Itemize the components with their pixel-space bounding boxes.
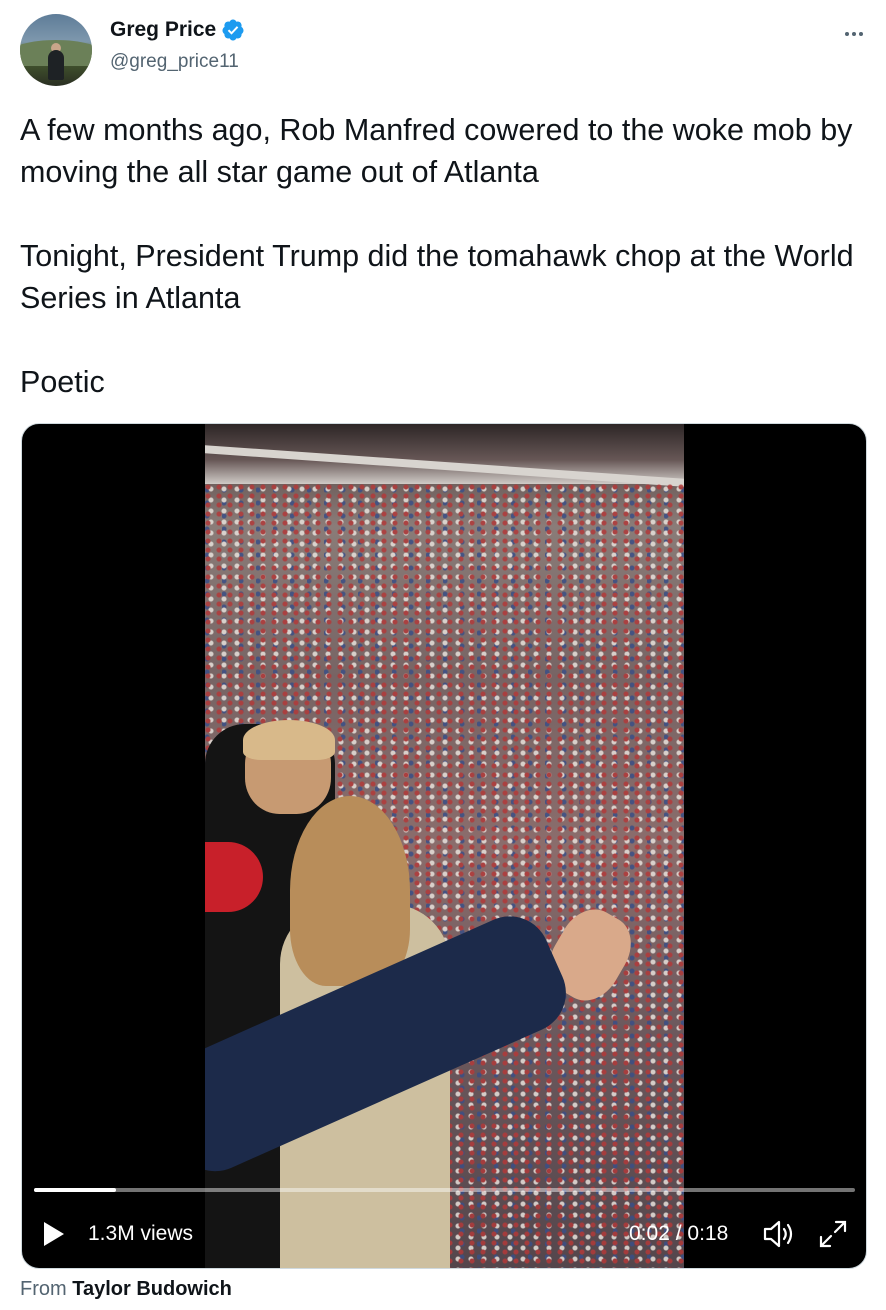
fullscreen-button[interactable]	[817, 1218, 849, 1250]
tweet-paragraph: Poetic	[20, 365, 105, 399]
fullscreen-icon	[819, 1220, 847, 1248]
more-horizontal-icon	[844, 32, 865, 36]
video-progress-fill	[34, 1188, 117, 1192]
tweet-text: A few months ago, Rob Manfred cowered to…	[20, 109, 866, 403]
avatar-person	[48, 50, 64, 80]
video-progress-bar[interactable]	[34, 1188, 855, 1192]
duration: 0:18	[687, 1222, 729, 1245]
tweet: Greg Price @greg_price11 A few months ag…	[0, 0, 886, 1310]
avatar[interactable]	[20, 14, 92, 86]
video-frame[interactable]	[205, 424, 684, 1268]
author-name-row[interactable]: Greg Price	[110, 18, 245, 42]
current-time: 0:02	[629, 1222, 670, 1245]
tweet-paragraph: Tonight, President Trump did the tomahaw…	[20, 239, 854, 315]
tweet-paragraph: A few months ago, Rob Manfred cowered to…	[20, 113, 853, 189]
video-time: 0:02 / 0:18	[629, 1222, 728, 1246]
video-player[interactable]: 1.3M views 0:02 / 0:18	[21, 423, 867, 1269]
author-display-name[interactable]: Greg Price	[110, 18, 216, 42]
more-options-button[interactable]	[838, 18, 870, 50]
video-figure-man-hair	[243, 720, 335, 760]
attribution-source[interactable]: Taylor Budowich	[72, 1278, 232, 1300]
view-count: 1.3M views	[88, 1222, 194, 1245]
author-handle[interactable]: @greg_price11	[110, 51, 239, 73]
time-separator: /	[675, 1222, 682, 1245]
play-button[interactable]	[40, 1220, 68, 1248]
volume-icon	[763, 1220, 793, 1248]
volume-button[interactable]	[762, 1218, 796, 1250]
attribution-prefix: From	[20, 1278, 67, 1300]
video-attribution[interactable]: From Taylor Budowich	[20, 1278, 232, 1301]
play-icon	[44, 1222, 64, 1246]
video-figure-woman-hair	[290, 796, 410, 986]
verified-badge-icon	[222, 19, 244, 41]
